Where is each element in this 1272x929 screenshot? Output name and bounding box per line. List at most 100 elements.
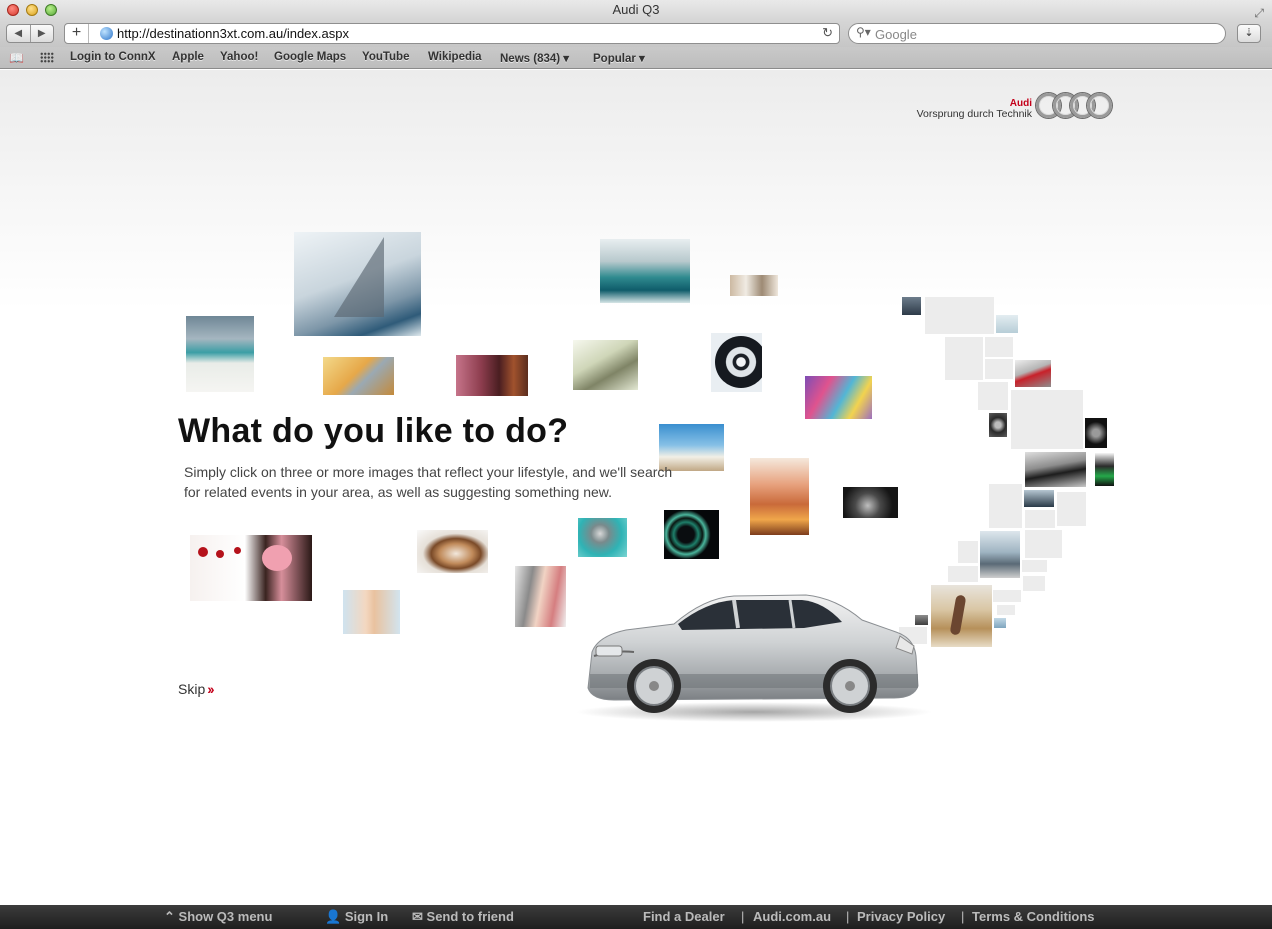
image-car-wheel[interactable] (989, 413, 1007, 437)
reload-icon[interactable]: ↻ (822, 25, 833, 41)
search-input[interactable] (875, 26, 1215, 42)
page-instructions: Simply click on three or more images tha… (184, 464, 673, 500)
mosaic-tile (1025, 530, 1062, 558)
image-beach[interactable] (186, 316, 254, 392)
terms-conditions-link[interactable]: Terms & Conditions (972, 909, 1095, 924)
image-dashboard[interactable] (1085, 418, 1107, 448)
top-sites-icon[interactable] (40, 52, 54, 63)
audi-com-au-link[interactable]: Audi.com.au (753, 909, 831, 924)
page-headline: What do you like to do? (178, 412, 569, 450)
address-bar[interactable]: + http://destinationn3xt.com.au/index.as… (64, 23, 840, 44)
mosaic-tile (997, 605, 1015, 615)
minimize-window-icon[interactable] (26, 4, 38, 16)
window-titlebar: Audi Q3 ⤢ (0, 0, 1272, 20)
image-car-headlight[interactable] (1025, 452, 1086, 487)
mosaic-tile (1057, 492, 1086, 526)
mosaic-tile (985, 359, 1013, 379)
forward-button[interactable]: ▶ (31, 25, 54, 42)
image-car-taillight[interactable] (1015, 360, 1051, 387)
add-bookmark-icon[interactable]: + (65, 24, 89, 43)
mosaic-tile (985, 337, 1013, 357)
user-icon: 👤 (325, 909, 342, 924)
mosaic-tile (1011, 390, 1083, 449)
image-car-street[interactable] (980, 531, 1020, 578)
mosaic-tile (978, 382, 1008, 410)
mosaic-tile (945, 337, 983, 380)
globe-icon (100, 27, 113, 40)
downloads-button[interactable]: ⇣ (1237, 24, 1261, 43)
mosaic-tile (925, 297, 994, 334)
image-bar-lights[interactable] (456, 355, 528, 396)
bookmark-youtube[interactable]: YouTube (362, 51, 409, 63)
back-forward-buttons: ◀ ▶ (6, 24, 54, 43)
mosaic-tile (993, 590, 1021, 602)
envelope-icon: ✉ (412, 909, 423, 924)
chevron-up-icon: ⌃ (164, 909, 175, 924)
bookmark-wikipedia[interactable]: Wikipedia (428, 51, 482, 63)
show-q3-menu-button[interactable]: ⌃ Show Q3 menu (164, 909, 272, 925)
double-chevron-right-icon: ›› (207, 681, 214, 697)
footer-separator: | (846, 909, 850, 924)
bookmark-apple[interactable]: Apple (172, 51, 204, 63)
image-light-trails[interactable] (664, 510, 719, 559)
image-record-player[interactable] (843, 487, 898, 518)
image-piano-hand[interactable] (515, 566, 566, 627)
back-button[interactable]: ◀ (7, 25, 31, 42)
bookmark-popular-folder[interactable]: Popular ▾ (593, 51, 645, 65)
privacy-policy-link[interactable]: Privacy Policy (857, 909, 945, 924)
image-surfer[interactable] (931, 585, 992, 647)
image-macarons[interactable] (190, 535, 312, 601)
skip-label: Skip (178, 681, 206, 697)
footer-separator: | (961, 909, 965, 924)
send-to-friend-label: Send to friend (426, 909, 514, 924)
image-sailing[interactable] (294, 232, 421, 336)
image-child-bubbles[interactable] (343, 590, 400, 634)
send-to-friend-button[interactable]: ✉ Send to friend (412, 909, 514, 925)
image-book-pages[interactable] (573, 340, 638, 390)
image-latte-art[interactable] (417, 530, 488, 573)
bookmarks-bar: 📖 Login to ConnX Apple Yahoo! Google Map… (0, 47, 1272, 69)
show-q3-menu-label: Show Q3 menu (178, 909, 273, 924)
brand-slogan: Vorsprung durch Technik (916, 108, 1032, 120)
audi-logo[interactable]: Audi Vorsprung durch Technik (880, 90, 1120, 126)
mosaic-tile (958, 541, 978, 563)
image-small-sky[interactable] (994, 618, 1006, 628)
image-modern-building[interactable] (600, 239, 690, 303)
sign-in-button[interactable]: 👤 Sign In (325, 909, 388, 925)
mosaic-tile (989, 484, 1022, 528)
footer-separator: | (741, 909, 745, 924)
find-a-dealer-link[interactable]: Find a Dealer (643, 909, 725, 924)
bookmark-login-connx[interactable]: Login to ConnX (70, 51, 156, 63)
sign-in-label: Sign In (344, 909, 389, 924)
skip-link[interactable]: Skip ›› (178, 681, 215, 697)
mosaic-tile (1025, 510, 1055, 528)
image-snow[interactable] (996, 315, 1018, 333)
page-footer: ⌃ Show Q3 menu 👤 Sign In ✉ Send to frien… (0, 905, 1272, 929)
image-colorful-wall[interactable] (805, 376, 872, 419)
mosaic-tile (1023, 576, 1045, 591)
search-icon: ⚲▾ (856, 25, 871, 39)
audi-rings-icon (1036, 93, 1112, 119)
image-crowd[interactable] (730, 275, 778, 296)
image-city-sketch[interactable] (902, 297, 921, 315)
audi-q3-car-image (576, 594, 932, 722)
bookmark-yahoo[interactable]: Yahoo! (220, 51, 258, 63)
mosaic-tile (1022, 560, 1047, 572)
image-plane-wing[interactable] (323, 357, 394, 395)
reading-list-icon[interactable]: 📖 (9, 51, 24, 65)
window-title: Audi Q3 (612, 2, 660, 17)
page-content: Audi Vorsprung durch Technik What do you… (0, 70, 1272, 905)
image-film-reel[interactable] (711, 333, 762, 392)
image-stage-lights[interactable] (750, 458, 809, 535)
browser-toolbar: ◀ ▶ + http://destinationn3xt.com.au/inde… (0, 20, 1272, 47)
address-url[interactable]: http://destinationn3xt.com.au/index.aspx (117, 26, 349, 41)
zoom-window-icon[interactable] (45, 4, 57, 16)
close-window-icon[interactable] (7, 4, 19, 16)
search-field[interactable]: ⚲▾ (848, 23, 1226, 44)
image-interior[interactable] (1024, 490, 1054, 507)
bookmark-google-maps[interactable]: Google Maps (274, 51, 346, 63)
image-microphone[interactable] (578, 518, 627, 557)
image-pattern[interactable] (1095, 453, 1114, 486)
bookmark-news-folder[interactable]: News (834) ▾ (500, 51, 569, 65)
mosaic-tile (948, 566, 978, 582)
